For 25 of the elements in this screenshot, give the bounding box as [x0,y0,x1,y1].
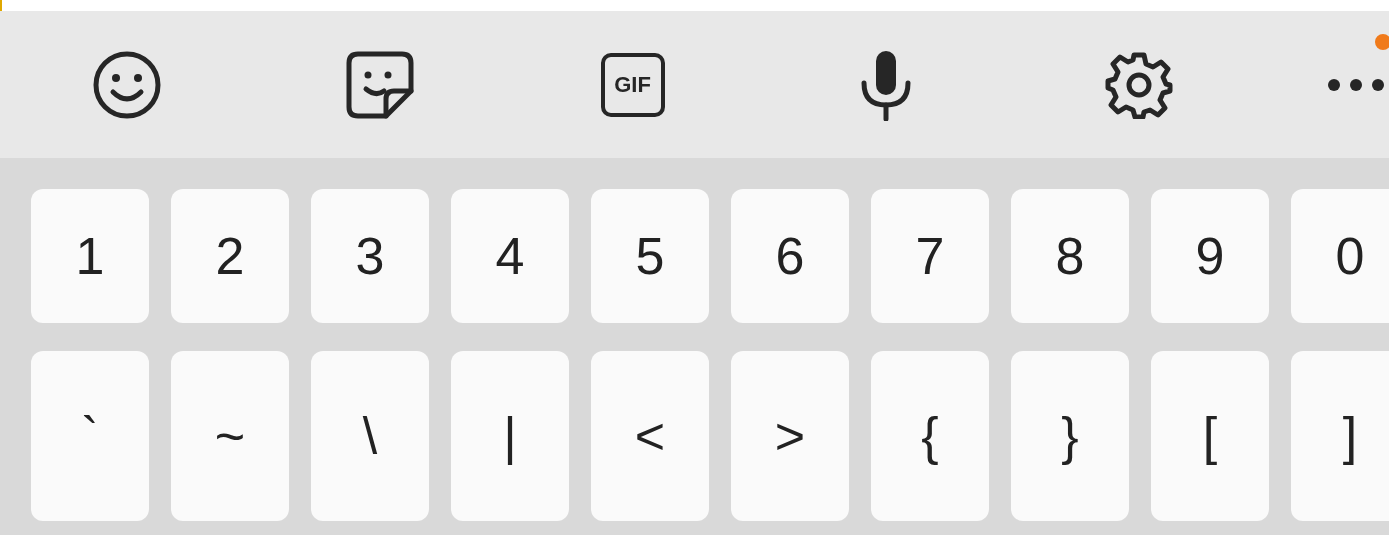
keyboard-key[interactable]: 1 [31,189,149,323]
gif-button[interactable]: GIF [600,52,665,117]
keyboard-key[interactable]: 9 [1151,189,1269,323]
keyboard-key[interactable]: 3 [311,189,429,323]
keyboard-key[interactable]: 0 [1291,189,1389,323]
keyboard-key[interactable]: ~ [171,351,289,521]
keyboard-key[interactable]: 2 [171,189,289,323]
keyboard-key[interactable]: | [451,351,569,521]
keyboard-key[interactable]: < [591,351,709,521]
keyboard-key[interactable]: ` [31,351,149,521]
keyboard-key[interactable]: 4 [451,189,569,323]
settings-icon[interactable] [1104,50,1173,119]
keyboard-key[interactable]: 8 [1011,189,1129,323]
keyboard-key[interactable]: > [731,351,849,521]
keyboard-key[interactable]: { [871,351,989,521]
keyboard-key[interactable]: 7 [871,189,989,323]
smiley-icon[interactable] [91,49,162,120]
keyboard-key[interactable]: 5 [591,189,709,323]
text-cursor [0,0,2,11]
keyboard-key[interactable]: ] [1291,351,1389,521]
keyboard-key[interactable]: } [1011,351,1129,521]
keyboard-key[interactable]: 6 [731,189,849,323]
keyboard-key[interactable]: [ [1151,351,1269,521]
keyboard-key[interactable]: \ [311,351,429,521]
sticker-icon[interactable] [345,50,414,119]
